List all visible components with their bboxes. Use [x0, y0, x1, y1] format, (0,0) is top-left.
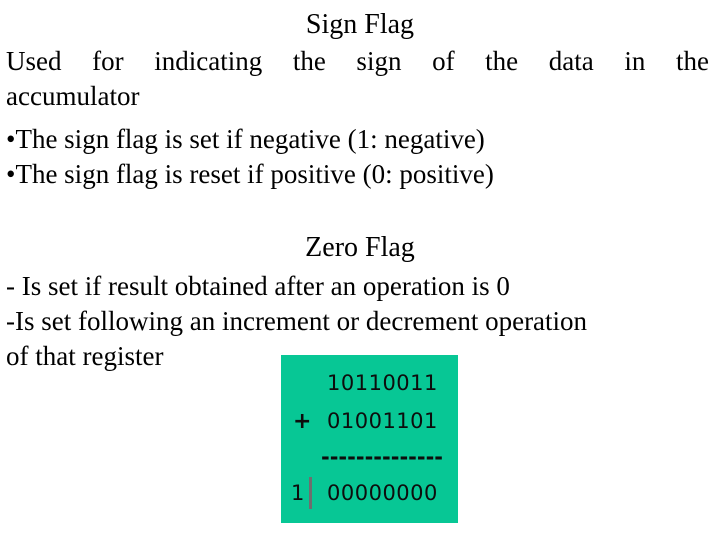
sign-flag-heading: Sign Flag [305, 9, 415, 40]
binary-separator-rule: -------------- [321, 445, 444, 469]
sign-flag-bullet-2: •The sign flag is set if negative (1: ne… [6, 124, 485, 154]
sign-flag-bullet-1-row-2: accumulator [6, 81, 140, 111]
binary-operand-2: 01001101 [327, 409, 438, 433]
zero-flag-line-1: - Is set if result obtained after an ope… [6, 271, 510, 301]
zero-flag-line-2: -Is set following an increment or decrem… [6, 306, 588, 336]
binary-plus-operator: + [293, 409, 312, 434]
binary-result: 00000000 [327, 481, 438, 505]
binary-carry-digit: 1 [291, 481, 305, 505]
sign-flag-bullet-1: Used for indicating the sign of the data… [6, 44, 709, 114]
sign-flag-bullet-3: •The sign flag is reset if positive (0: … [6, 159, 494, 189]
binary-operand-1: 10110011 [327, 371, 438, 395]
zero-flag-heading: Zero Flag [305, 232, 415, 263]
sign-flag-bullet-1-row-1: Used for indicating the sign of the data… [6, 46, 709, 76]
binary-addition-figure: 10110011 + 01001101 -------------- 1 000… [281, 355, 458, 523]
zero-flag-line-3: of that register [6, 341, 164, 371]
binary-carry-separator-bar [309, 477, 312, 509]
slide-canvas: Sign Flag Used for indicating the sign o… [0, 0, 720, 540]
